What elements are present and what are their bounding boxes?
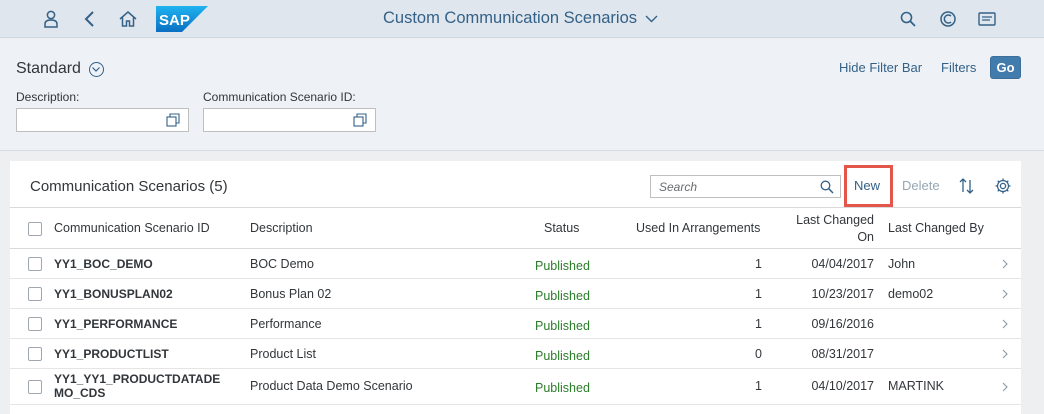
scenarios-table-panel: Communication Scenarios (5) New Delete C…: [10, 161, 1021, 414]
sort-icon[interactable]: [958, 177, 976, 195]
cell-changed-on: 09/16/2016: [811, 317, 874, 331]
row-checkbox[interactable]: [28, 287, 42, 301]
cell-used: 1: [755, 287, 762, 301]
col-header-description[interactable]: Description: [250, 221, 313, 235]
user-icon[interactable]: [40, 8, 62, 30]
cell-used: 0: [755, 347, 762, 361]
row-checkbox[interactable]: [28, 380, 42, 394]
cell-status: Published: [535, 349, 590, 363]
cell-id: YY1_PRODUCTLIST: [54, 347, 169, 361]
cell-description: Product Data Demo Scenario: [250, 379, 413, 393]
chevron-down-icon: [88, 61, 104, 77]
home-icon[interactable]: [117, 8, 139, 30]
go-button[interactable]: Go: [990, 56, 1021, 79]
table-title: Communication Scenarios (5): [30, 178, 228, 195]
cell-status: Published: [535, 289, 590, 303]
cell-description: Product List: [250, 347, 317, 361]
col-header-id[interactable]: Communication Scenario ID: [54, 221, 210, 235]
sap-logo[interactable]: SAP: [156, 6, 208, 32]
description-label: Description:: [16, 90, 80, 104]
cell-used: 1: [755, 379, 762, 393]
cell-changed-on: 04/10/2017: [811, 379, 874, 393]
cell-changed-by: MARTINK: [888, 379, 945, 393]
cell-id: YY1_BONUSPLAN02: [54, 287, 173, 301]
cell-status: Published: [535, 259, 590, 273]
filter-bar: Standard Hide Filter Bar Filters Go Desc…: [0, 39, 1044, 151]
settings-icon[interactable]: [994, 177, 1012, 195]
chevron-right-icon[interactable]: [1000, 319, 1010, 329]
chevron-right-icon[interactable]: [1000, 349, 1010, 359]
cell-description: Bonus Plan 02: [250, 287, 332, 301]
select-all-checkbox[interactable]: [28, 222, 42, 236]
app-title-menu[interactable]: Custom Communication Scenarios: [383, 9, 658, 28]
cell-id: YY1_PERFORMANCE: [54, 317, 178, 331]
col-header-last-changed-by[interactable]: Last Changed By: [888, 221, 984, 235]
col-header-last-changed-on[interactable]: Last Changed On: [780, 212, 874, 246]
table-row[interactable]: YY1_BONUSPLAN02 Bonus Plan 02 Published …: [10, 279, 1021, 309]
chevron-right-icon[interactable]: [1000, 289, 1010, 299]
chevron-down-icon: [645, 15, 658, 22]
copilot-icon[interactable]: [937, 8, 959, 30]
row-checkbox[interactable]: [28, 347, 42, 361]
table-row[interactable]: YY1_PRODUCTLIST Product List Published 0…: [10, 339, 1021, 369]
back-icon[interactable]: [79, 8, 101, 30]
cell-changed-on: 08/31/2017: [811, 347, 874, 361]
shell-bar: SAP Custom Communication Scenarios: [0, 0, 1044, 38]
table-row[interactable]: YY1_PERFORMANCE Performance Published 1 …: [10, 309, 1021, 339]
scenario-id-label: Communication Scenario ID:: [203, 90, 356, 104]
cell-description: Performance: [250, 317, 322, 331]
cell-id: YY1_YY1_PRODUCTDATADE MO_CDS: [54, 372, 220, 400]
cell-status: Published: [535, 381, 590, 395]
variant-name: Standard: [16, 60, 81, 77]
new-button[interactable]: New: [854, 178, 880, 193]
search-icon[interactable]: [897, 8, 919, 30]
row-checkbox[interactable]: [28, 257, 42, 271]
cell-changed-on: 04/04/2017: [811, 257, 874, 271]
hide-filter-bar-button[interactable]: Hide Filter Bar: [839, 60, 922, 75]
row-checkbox[interactable]: [28, 317, 42, 331]
table-row[interactable]: YY1_YY1_PRODUCTDATADE MO_CDS Product Dat…: [10, 369, 1021, 405]
cell-changed-by: demo02: [888, 287, 934, 301]
search-input[interactable]: [651, 176, 811, 197]
cell-id-line2: MO_CDS: [54, 386, 106, 400]
variant-selector[interactable]: Standard: [16, 60, 104, 78]
cell-status: Published: [535, 319, 590, 333]
cell-used: 1: [755, 257, 762, 271]
value-help-icon[interactable]: [353, 113, 367, 127]
cell-changed-by: John: [888, 257, 916, 271]
value-help-icon[interactable]: [166, 113, 180, 127]
search-field[interactable]: [650, 175, 841, 198]
cell-used: 1: [755, 317, 762, 331]
cell-description: BOC Demo: [250, 257, 314, 271]
sap-logo-text: SAP: [159, 12, 190, 29]
cell-id: YY1_BOC_DEMO: [54, 257, 153, 271]
description-field[interactable]: [16, 108, 189, 132]
table-row[interactable]: YY1_BOC_DEMO BOC Demo Published 1 04/04/…: [10, 249, 1021, 279]
chevron-right-icon[interactable]: [1000, 382, 1010, 392]
search-icon[interactable]: [820, 180, 834, 194]
notifications-icon[interactable]: [976, 8, 998, 30]
scenario-id-field[interactable]: [203, 108, 376, 132]
table-header: Communication Scenario ID Description St…: [10, 207, 1021, 249]
col-header-last-changed-on-line1: Last Changed: [796, 213, 874, 227]
delete-button: Delete: [902, 178, 940, 193]
filters-button[interactable]: Filters: [941, 60, 976, 75]
app-title: Custom Communication Scenarios: [383, 9, 638, 27]
cell-id-line1: YY1_YY1_PRODUCTDATADE: [54, 372, 221, 386]
cell-changed-on: 10/23/2017: [811, 287, 874, 301]
chevron-right-icon[interactable]: [1000, 259, 1010, 269]
col-header-last-changed-on-line2: On: [857, 230, 874, 244]
col-header-used[interactable]: Used In Arrangements: [636, 221, 760, 235]
col-header-status[interactable]: Status: [544, 221, 579, 235]
